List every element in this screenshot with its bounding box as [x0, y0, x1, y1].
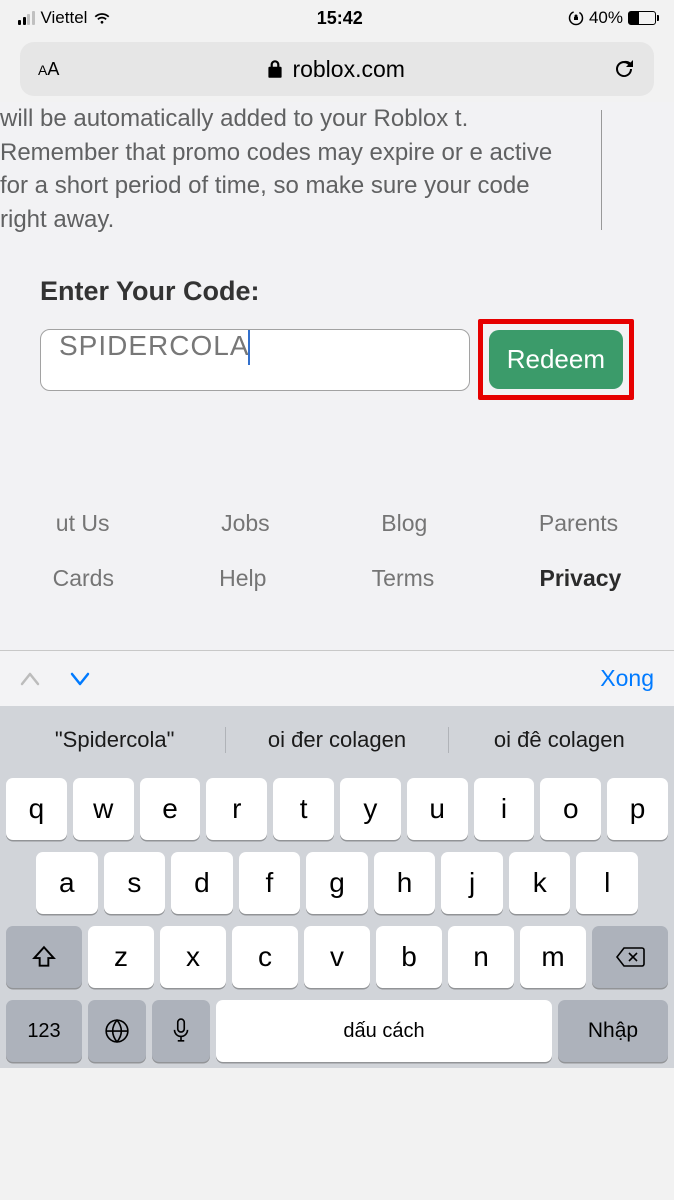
wifi-icon [93, 11, 111, 25]
key-r[interactable]: r [206, 778, 267, 840]
footer-link[interactable]: Blog [381, 510, 427, 537]
globe-key[interactable] [88, 1000, 146, 1062]
key-j[interactable]: j [441, 852, 503, 914]
keyboard-done-button[interactable]: Xong [600, 665, 654, 692]
status-right: 40% [568, 8, 656, 28]
reload-icon[interactable] [612, 57, 636, 81]
status-time: 15:42 [317, 8, 363, 29]
next-field-icon[interactable] [70, 671, 90, 687]
footer-links: ut Us Jobs Blog Parents Cards Help Terms Priva… [0, 510, 674, 650]
key-g[interactable]: g [306, 852, 368, 914]
prev-field-icon[interactable] [20, 671, 40, 687]
key-u[interactable]: u [407, 778, 468, 840]
key-l[interactable]: l [576, 852, 638, 914]
battery-icon [628, 11, 656, 25]
suggestion-bar: "Spidercola"oi đer colagenoi đê colagen [4, 714, 670, 766]
key-v[interactable]: v [304, 926, 370, 988]
key-o[interactable]: o [540, 778, 601, 840]
mic-key[interactable] [152, 1000, 210, 1062]
key-s[interactable]: s [104, 852, 166, 914]
key-w[interactable]: w [73, 778, 134, 840]
key-q[interactable]: q [6, 778, 67, 840]
key-i[interactable]: i [474, 778, 535, 840]
redeem-button[interactable]: Redeem [489, 330, 623, 389]
text-cursor [248, 330, 250, 365]
key-n[interactable]: n [448, 926, 514, 988]
key-a[interactable]: a [36, 852, 98, 914]
page-content: will be automatically added to your Robl… [0, 102, 674, 650]
key-d[interactable]: d [171, 852, 233, 914]
carrier-label: Viettel [41, 8, 88, 28]
shift-icon [31, 944, 57, 970]
footer-link[interactable]: Terms [372, 565, 435, 592]
status-bar: Viettel 15:42 40% [0, 0, 674, 36]
code-section: Enter Your Code: SPIDERCOLA Redeem [0, 236, 674, 400]
footer-link[interactable]: ut Us [56, 510, 110, 537]
key-x[interactable]: x [160, 926, 226, 988]
battery-percent: 40% [589, 8, 623, 28]
key-k[interactable]: k [509, 852, 571, 914]
footer-link[interactable]: Help [219, 565, 266, 592]
code-label: Enter Your Code: [40, 276, 634, 307]
redeem-highlight: Redeem [478, 319, 634, 400]
signal-icon [18, 11, 35, 25]
suggestion[interactable]: oi đer colagen [226, 727, 448, 753]
rotation-lock-icon [568, 10, 584, 26]
numbers-key[interactable]: 123 [6, 1000, 82, 1062]
key-f[interactable]: f [239, 852, 301, 914]
footer-link[interactable]: Parents [539, 510, 618, 537]
backspace-key[interactable] [592, 926, 668, 988]
keyboard-accessory: Xong [0, 650, 674, 706]
key-e[interactable]: e [140, 778, 201, 840]
space-key[interactable]: dấu cách [216, 1000, 552, 1062]
url-domain[interactable]: roblox.com [266, 56, 404, 83]
key-p[interactable]: p [607, 778, 668, 840]
code-input[interactable]: SPIDERCOLA [40, 329, 470, 391]
divider [601, 110, 603, 230]
key-c[interactable]: c [232, 926, 298, 988]
lock-icon [266, 58, 284, 80]
suggestion[interactable]: "Spidercola" [4, 727, 226, 753]
key-z[interactable]: z [88, 926, 154, 988]
instruction-text: will be automatically added to your Robl… [0, 102, 577, 236]
backspace-icon [615, 946, 645, 968]
browser-url-bar[interactable]: AA roblox.com [20, 42, 654, 96]
text-size-button[interactable]: AA [38, 59, 59, 80]
globe-icon [104, 1018, 130, 1044]
footer-link[interactable]: Jobs [221, 510, 270, 537]
shift-key[interactable] [6, 926, 82, 988]
footer-link[interactable]: Privacy [540, 565, 622, 592]
key-h[interactable]: h [374, 852, 436, 914]
keyboard: "Spidercola"oi đer colagenoi đê colagen … [0, 706, 674, 1068]
return-key[interactable]: Nhập [558, 1000, 668, 1062]
key-m[interactable]: m [520, 926, 586, 988]
key-y[interactable]: y [340, 778, 401, 840]
status-left: Viettel [18, 8, 111, 28]
key-t[interactable]: t [273, 778, 334, 840]
mic-icon [171, 1018, 191, 1044]
key-b[interactable]: b [376, 926, 442, 988]
suggestion[interactable]: oi đê colagen [449, 727, 670, 753]
footer-link[interactable]: Cards [53, 565, 114, 592]
